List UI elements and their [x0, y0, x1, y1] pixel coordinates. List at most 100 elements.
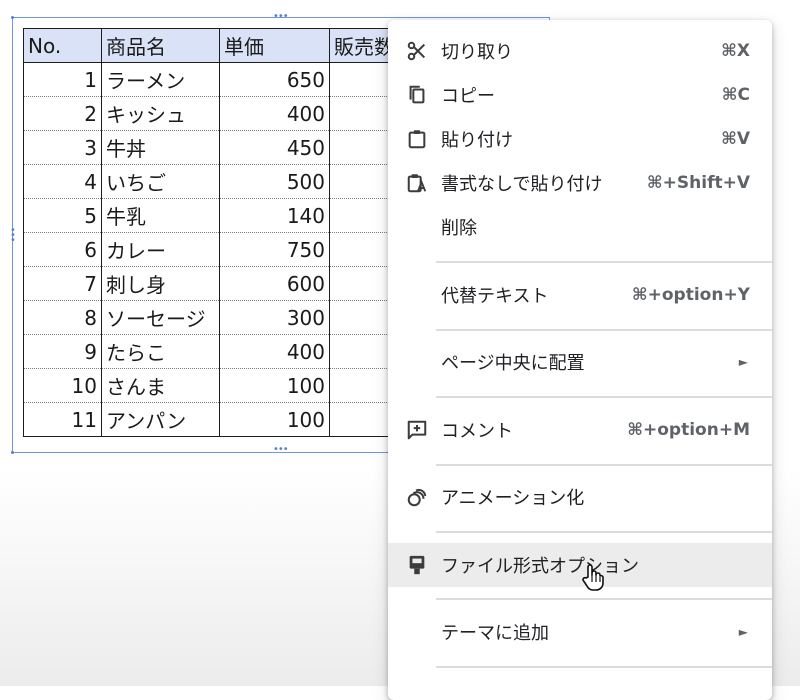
- cell-name[interactable]: カレー: [101, 232, 220, 267]
- menu-label-center-page: ページ中央に配置: [441, 353, 585, 374]
- copy-icon: [406, 84, 428, 106]
- cell-no[interactable]: 10: [23, 368, 102, 403]
- cell-name[interactable]: ソーセージ: [101, 300, 220, 335]
- context-menu: 切り取り ⌘X コピー ⌘C 貼り付け ⌘V 書式なしで貼り付け ⌘+Shift…: [388, 20, 772, 700]
- menu-item-paste-without-format[interactable]: 書式なしで貼り付け ⌘+Shift+V: [388, 161, 772, 205]
- animation-icon: [406, 486, 428, 508]
- resize-handle-top[interactable]: •••: [273, 12, 289, 22]
- cell-name[interactable]: 刺し身: [101, 266, 220, 301]
- format-options-icon: [406, 554, 428, 576]
- shortcut-copy: ⌘C: [721, 85, 750, 105]
- cell-price[interactable]: 100: [219, 368, 330, 403]
- cell-price[interactable]: 140: [219, 198, 330, 233]
- cell-no[interactable]: 11: [23, 402, 102, 437]
- cell-price[interactable]: 600: [219, 266, 330, 301]
- submenu-arrow-icon: ►: [738, 355, 748, 369]
- cell-no[interactable]: 4: [23, 164, 102, 199]
- menu-label-comment: コメント: [441, 421, 513, 442]
- shortcut-comment: ⌘+option+M: [627, 420, 750, 440]
- cell-price[interactable]: 500: [219, 164, 330, 199]
- table-row: 10 さんま 100: [23, 368, 410, 403]
- table-row: 11 アンパン 100: [23, 402, 410, 437]
- menu-label-paste: 貼り付け: [441, 130, 513, 151]
- menu-label-delete: 削除: [441, 218, 477, 239]
- table-row: 1 ラーメン 650: [23, 62, 410, 97]
- table-row: 8 ソーセージ 300: [23, 300, 410, 335]
- menu-divider: [436, 464, 772, 466]
- header-no[interactable]: No.: [23, 28, 102, 63]
- table-row: 7 刺し身 600: [23, 266, 410, 301]
- shortcut-paste-plain: ⌘+Shift+V: [646, 173, 750, 193]
- shortcut-alt-text: ⌘+option+Y: [631, 285, 750, 305]
- cell-no[interactable]: 1: [23, 62, 102, 97]
- menu-divider: [436, 666, 772, 668]
- cell-name[interactable]: 牛乳: [101, 198, 220, 233]
- cell-price[interactable]: 400: [219, 334, 330, 369]
- table-row: 3 牛丼 450: [23, 130, 410, 165]
- table-row: 9 たらこ 400: [23, 334, 410, 369]
- cell-no[interactable]: 9: [23, 334, 102, 369]
- menu-item-add-to-theme[interactable]: テーマに追加 ►: [388, 610, 772, 654]
- resize-handle-bottom-left[interactable]: [11, 451, 14, 454]
- menu-item-comment[interactable]: コメント ⌘+option+M: [388, 408, 772, 452]
- header-price[interactable]: 単価: [219, 28, 330, 63]
- hand-cursor-icon: [581, 563, 605, 591]
- cell-name[interactable]: ラーメン: [101, 62, 220, 97]
- product-table[interactable]: No. 商品名 単価 販売数 1 ラーメン 650 2 キッシュ 400 3 牛丼 450 4 いち…: [23, 28, 410, 437]
- cell-price[interactable]: 300: [219, 300, 330, 335]
- cell-price[interactable]: 400: [219, 96, 330, 131]
- resize-handle-bottom[interactable]: •••: [273, 445, 289, 455]
- add-comment-icon: [406, 419, 428, 441]
- cell-price[interactable]: 100: [219, 402, 330, 437]
- menu-item-copy[interactable]: コピー ⌘C: [388, 73, 772, 117]
- cell-price[interactable]: 450: [219, 130, 330, 165]
- cell-name[interactable]: アンパン: [101, 402, 220, 437]
- table-row: 6 カレー 750: [23, 232, 410, 267]
- cell-no[interactable]: 2: [23, 96, 102, 131]
- cell-price[interactable]: 750: [219, 232, 330, 267]
- menu-divider: [436, 396, 772, 398]
- menu-label-format-options: ファイル形式オプション: [441, 556, 639, 577]
- table-row: 4 いちご 500: [23, 164, 410, 199]
- menu-label-alt-text: 代替テキスト: [441, 286, 549, 307]
- menu-item-delete[interactable]: 削除: [388, 205, 772, 249]
- menu-label-cut: 切り取り: [441, 42, 513, 63]
- resize-handle-left[interactable]: • • •: [10, 226, 16, 246]
- menu-label-add-to-theme: テーマに追加: [441, 623, 549, 644]
- cell-no[interactable]: 5: [23, 198, 102, 233]
- table-row: 2 キッシュ 400: [23, 96, 410, 131]
- cell-name[interactable]: たらこ: [101, 334, 220, 369]
- clipboard-plain-icon: [406, 172, 428, 194]
- cell-no[interactable]: 7: [23, 266, 102, 301]
- menu-label-paste-plain: 書式なしで貼り付け: [441, 174, 603, 195]
- scissors-icon: [406, 40, 428, 62]
- shortcut-paste: ⌘V: [721, 129, 750, 149]
- menu-label-copy: コピー: [441, 86, 495, 107]
- cell-name[interactable]: 牛丼: [101, 130, 220, 165]
- menu-divider: [436, 329, 772, 331]
- cell-no[interactable]: 8: [23, 300, 102, 335]
- resize-handle-top-left[interactable]: [11, 16, 14, 19]
- cell-price[interactable]: 650: [219, 62, 330, 97]
- shortcut-cut: ⌘X: [721, 41, 750, 61]
- table-row: 5 牛乳 140: [23, 198, 410, 233]
- submenu-arrow-icon: ►: [738, 625, 748, 639]
- menu-item-animate[interactable]: アニメーション化: [388, 475, 772, 519]
- cell-name[interactable]: キッシュ: [101, 96, 220, 131]
- table-header-row: No. 商品名 単価 販売数: [23, 28, 410, 63]
- menu-divider: [436, 598, 772, 600]
- menu-divider: [436, 531, 772, 533]
- clipboard-icon: [406, 128, 428, 150]
- menu-divider: [436, 261, 772, 263]
- cell-no[interactable]: 3: [23, 130, 102, 165]
- menu-item-cut[interactable]: 切り取り ⌘X: [388, 29, 772, 73]
- cell-no[interactable]: 6: [23, 232, 102, 267]
- menu-label-animate: アニメーション化: [441, 488, 585, 509]
- menu-item-alt-text[interactable]: 代替テキスト ⌘+option+Y: [388, 273, 772, 317]
- menu-item-center-on-page[interactable]: ページ中央に配置 ►: [388, 340, 772, 384]
- header-name[interactable]: 商品名: [101, 28, 220, 63]
- cell-name[interactable]: さんま: [101, 368, 220, 403]
- cell-name[interactable]: いちご: [101, 164, 220, 199]
- menu-item-paste[interactable]: 貼り付け ⌘V: [388, 117, 772, 161]
- menu-item-format-options[interactable]: ファイル形式オプション: [388, 543, 772, 587]
